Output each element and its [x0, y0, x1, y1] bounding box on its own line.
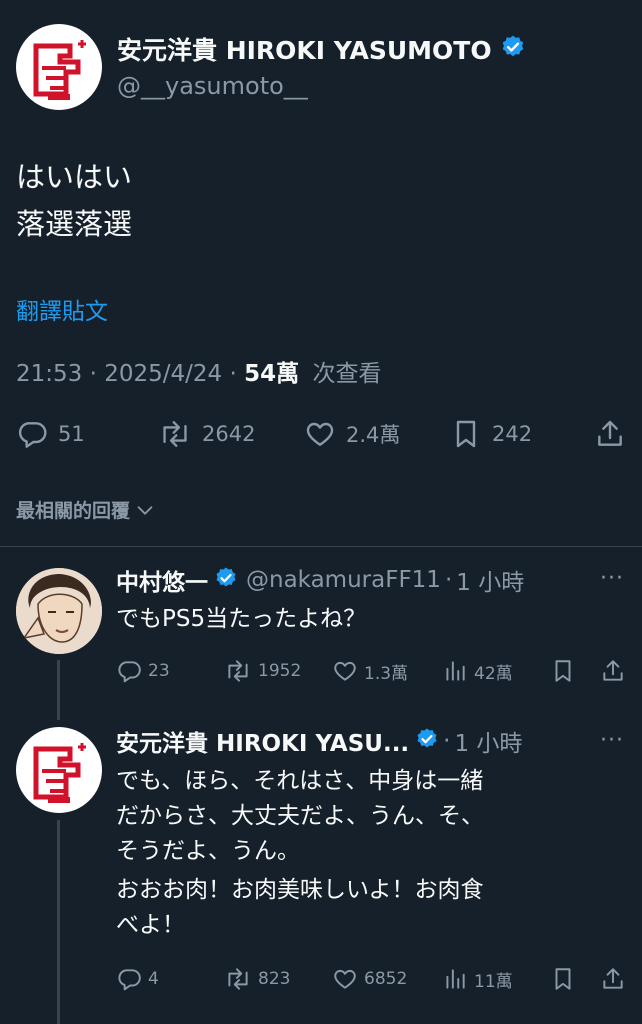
meta-separator: · [443, 728, 451, 754]
bookmark-button[interactable]: 242 [450, 414, 532, 454]
share-button[interactable] [594, 414, 626, 454]
author-logo-image [17, 25, 101, 109]
like-button[interactable]: 6852 [332, 964, 407, 994]
tweet-time[interactable]: 21:53 [16, 361, 82, 387]
like-icon [334, 969, 356, 989]
tweet-action-bar: 51 2642 2.4萬 242 [0, 414, 642, 454]
bookmark-button[interactable] [550, 964, 576, 994]
verified-badge-icon [500, 34, 526, 64]
reply-count: 51 [58, 422, 85, 446]
like-icon [306, 422, 334, 446]
author-handle[interactable]: @__yasumoto__ [117, 72, 308, 100]
meta-separator: · [89, 361, 105, 387]
retweet-button[interactable]: 1952 [224, 656, 301, 686]
chevron-down-icon [137, 505, 153, 515]
views-button[interactable]: 42萬 [442, 656, 513, 686]
reply-icon [118, 969, 141, 991]
retweet-icon [228, 660, 248, 682]
views-count: 11萬 [474, 971, 513, 992]
reply-name-row[interactable]: 中村悠一 @nakamuraFF11 · 1 小時 [116, 563, 524, 597]
like-button[interactable]: 2.4萬 [304, 414, 400, 454]
reply-handle[interactable]: @nakamuraFF11 [246, 567, 441, 593]
reply-time[interactable]: 1 小時 [456, 563, 524, 597]
reply-button[interactable]: 51 [16, 414, 85, 454]
reply-text-line: おおお肉！お肉美味しいよ！お肉食 [116, 877, 484, 903]
reply-text-line: そうだよ、うん。 [116, 838, 300, 864]
reply-button[interactable]: 4 [116, 964, 159, 994]
bookmark-icon [555, 660, 571, 682]
reply-text-line: だからさ、大丈夫だよ、うん、そ、 [116, 803, 484, 829]
reply-text: でも、ほら、それはさ、中身は一緒 だからさ、大丈夫だよ、うん、そ、 そうだよ、う… [116, 764, 616, 943]
like-button[interactable]: 1.3萬 [332, 656, 408, 686]
like-count: 6852 [364, 969, 408, 989]
like-count: 2.4萬 [346, 423, 401, 447]
reply-name-row[interactable]: 安元洋貴 HIROKI YASU... · 1 小時 [116, 724, 522, 758]
reply-action-bar: 4 823 6852 11萬 [116, 964, 626, 994]
reply-display-name[interactable]: 安元洋貴 HIROKI YASU... [116, 724, 409, 758]
like-count: 1.3萬 [364, 663, 409, 684]
meta-separator: · [444, 567, 453, 593]
share-button[interactable] [600, 964, 626, 994]
bookmark-icon [456, 420, 476, 448]
verified-badge-icon [415, 727, 439, 755]
views-icon [446, 969, 465, 989]
author-display-name[interactable]: 安元洋貴 HIROKI YASUMOTO [117, 31, 492, 67]
retweet-count: 1952 [258, 661, 302, 681]
reply-count: 23 [148, 661, 170, 681]
reply-icon [118, 661, 141, 683]
thread-line [57, 660, 60, 720]
reply-avatar[interactable] [16, 568, 102, 654]
share-icon [603, 968, 623, 989]
retweet-icon [163, 421, 187, 447]
reply-text-line: べよ！ [116, 912, 185, 938]
reply-action-bar: 23 1952 1.3萬 42萬 [116, 656, 626, 686]
retweet-count: 823 [258, 969, 291, 989]
share-button[interactable] [600, 656, 626, 686]
tweet-text-line: 落選落選 [16, 207, 133, 241]
more-options-button[interactable]: ··· [600, 728, 624, 753]
tweet-date[interactable]: 2025/4/24 [104, 361, 222, 387]
reply-avatar[interactable] [16, 727, 102, 813]
reply-time[interactable]: 1 小時 [454, 724, 522, 758]
views-count[interactable]: 54萬 [244, 361, 299, 387]
thread-line [57, 820, 60, 1024]
views-button[interactable]: 11萬 [442, 964, 513, 994]
translate-post-link[interactable]: 翻譯貼文 [16, 292, 108, 326]
bookmark-icon [555, 968, 571, 990]
retweet-button[interactable]: 2642 [158, 414, 255, 454]
verified-badge-icon [214, 566, 238, 594]
author-avatar[interactable] [16, 24, 102, 110]
views-count: 42萬 [474, 663, 513, 684]
reply-text: でもPS5当たったよね？ [116, 606, 367, 632]
tweet-text-line: はいはい [16, 160, 133, 194]
reply-count: 4 [148, 969, 159, 989]
reply-icon [18, 422, 47, 448]
sort-label: 最相關的回覆 [16, 500, 131, 522]
author-logo-image [17, 728, 101, 812]
meta-separator: · [229, 361, 245, 387]
reply-avatar-image [16, 568, 102, 654]
tweet-meta: 21:53 · 2025/4/24 · 54萬 次查看 [16, 354, 381, 388]
views-icon [446, 661, 465, 681]
replies-sort-dropdown[interactable]: 最相關的回覆 [16, 496, 156, 523]
author-name-row[interactable]: 安元洋貴 HIROKI YASUMOTO [117, 32, 526, 66]
more-options-button[interactable]: ··· [600, 566, 624, 591]
retweet-count: 2642 [202, 422, 256, 446]
like-icon [334, 661, 356, 681]
reply-display-name[interactable]: 中村悠一 [116, 563, 208, 597]
bookmark-count: 242 [492, 422, 533, 446]
reply-button[interactable]: 23 [116, 656, 170, 686]
bookmark-button[interactable] [550, 656, 576, 686]
share-icon [603, 660, 623, 681]
retweet-button[interactable]: 823 [224, 964, 290, 994]
reply-text-line: でも、ほら、それはさ、中身は一緒 [116, 768, 484, 794]
share-icon [598, 420, 622, 446]
retweet-icon [228, 968, 248, 990]
tweet-text: はいはい 落選落選 [16, 158, 132, 243]
section-divider [0, 546, 642, 547]
views-label: 次查看 [312, 361, 382, 387]
